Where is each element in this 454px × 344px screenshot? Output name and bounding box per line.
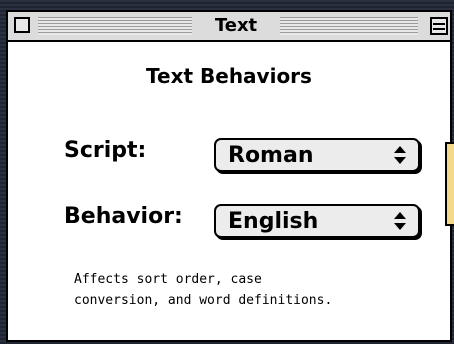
behavior-popup-value: English	[228, 209, 319, 234]
title-bar-stripes-left	[38, 17, 192, 35]
description-line-1: Affects sort order, case	[74, 272, 262, 287]
script-popup-menu[interactable]: Roman	[214, 138, 420, 172]
title-bar-stripes-right	[280, 17, 418, 35]
script-label: Script:	[64, 138, 147, 163]
popup-arrows-icon	[394, 212, 406, 230]
text-control-panel-window: Text Text Behaviors Script: Roman Behavi…	[6, 10, 454, 342]
close-box-icon[interactable]	[14, 17, 30, 33]
popup-arrows-icon	[394, 146, 406, 164]
title-bar[interactable]: Text	[8, 12, 450, 42]
description-line-2: conversion, and word definitions.	[74, 293, 333, 308]
window-title: Text	[196, 15, 276, 37]
zoom-box-icon[interactable]	[430, 17, 448, 35]
side-tab-edge	[445, 142, 454, 226]
behavior-label: Behavior:	[64, 204, 183, 229]
panel-heading: Text Behaviors	[146, 64, 312, 88]
script-popup-value: Roman	[228, 143, 314, 168]
behavior-popup-menu[interactable]: English	[214, 204, 420, 238]
